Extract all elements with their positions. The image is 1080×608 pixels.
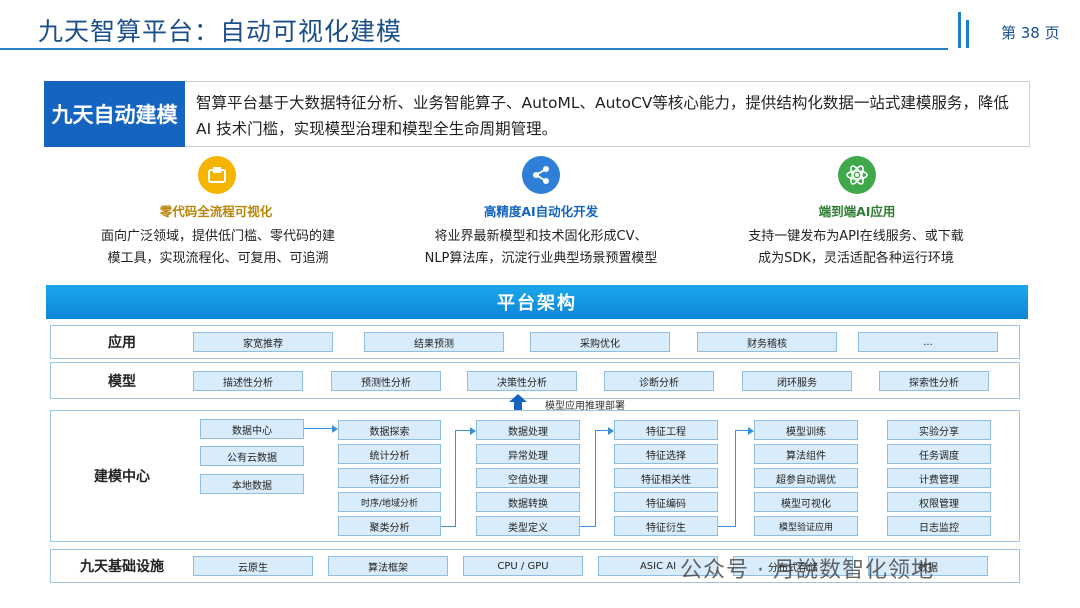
feature-eng-item: 特征衍生 xyxy=(614,516,718,536)
share-nodes-icon xyxy=(522,156,560,194)
feature-3-title: 端到端AI应用 xyxy=(818,204,896,219)
box-icon xyxy=(198,156,236,194)
feature-2-icon-wrap xyxy=(522,156,560,194)
processing-item: 数据处理 xyxy=(476,420,580,440)
feature-eng-item: 特征编码 xyxy=(614,492,718,512)
exploration-item: 统计分析 xyxy=(338,444,441,464)
training-item: 算法组件 xyxy=(754,444,858,464)
feature-desc-line: 面向广泛领域，提供低门槛、零代码的建 xyxy=(100,229,335,244)
flow-arrow-icon xyxy=(470,427,476,435)
flow-connector xyxy=(595,430,596,526)
feature-3-desc: 支持一键发布为API在线服务、或下载 成为SDK，灵活适配各种运行环境 xyxy=(716,226,996,270)
flow-connector xyxy=(735,430,736,526)
app-item: 家宽推荐 xyxy=(193,332,333,352)
model-item: 闭环服务 xyxy=(742,371,852,391)
modeling-row-label: 建模中心 xyxy=(94,469,150,485)
flow-connector xyxy=(580,526,596,527)
feature-desc-line: 模工具，实现流程化、可复用、可追溯 xyxy=(107,251,329,266)
training-item: 超参自动调优 xyxy=(754,468,858,488)
intro-text: 智算平台基于大数据特征分析、业务智能算子、AutoML、AutoCV等核心能力，… xyxy=(196,94,1009,138)
management-item: 计费管理 xyxy=(887,468,991,488)
flow-connector xyxy=(455,430,471,431)
app-item: 结果预测 xyxy=(364,332,504,352)
training-item: 模型可视化 xyxy=(754,492,858,512)
flow-arrow-icon xyxy=(332,425,338,433)
exploration-item: 数据探索 xyxy=(338,420,441,440)
feature-3-icon-wrap xyxy=(838,156,876,194)
exploration-item: 特征分析 xyxy=(338,468,441,488)
page-number: 第 38 页 xyxy=(1001,24,1060,42)
watermark: 公众号 · 月說数智化领地 xyxy=(680,558,934,583)
flow-arrow-icon xyxy=(748,427,754,435)
app-item: 采购优化 xyxy=(530,332,670,352)
data-source-item: 公有云数据 xyxy=(200,446,304,466)
model-item: 诊断分析 xyxy=(604,371,714,391)
management-item: 日志监控 xyxy=(887,516,991,536)
feature-1-title: 零代码全流程可视化 xyxy=(159,204,273,219)
feature-desc-line: 将业界最新模型和技术固化形成CV、 xyxy=(434,229,648,244)
processing-item: 异常处理 xyxy=(476,444,580,464)
decor-bar xyxy=(958,12,961,48)
architecture-header: 平台架构 xyxy=(46,285,1028,319)
data-source-item: 本地数据 xyxy=(200,474,304,494)
intro-label: 九天自动建模 xyxy=(44,81,185,147)
processing-item: 数据转换 xyxy=(476,492,580,512)
app-row-label: 应用 xyxy=(108,335,136,351)
model-item: 决策性分析 xyxy=(467,371,577,391)
app-item: 财务稽核 xyxy=(697,332,837,352)
exploration-item: 时序/地域分析 xyxy=(338,492,441,512)
management-item: 权限管理 xyxy=(887,492,991,512)
flow-connector xyxy=(304,428,334,429)
feature-2-title: 高精度AI自动化开发 xyxy=(483,204,599,219)
deploy-arrow-icon xyxy=(509,394,527,410)
decor-bar xyxy=(966,20,969,48)
training-item: 模型验证应用 xyxy=(754,516,858,536)
model-item: 描述性分析 xyxy=(193,371,303,391)
feature-desc-line: NLP算法库，沉淀行业典型场景预置模型 xyxy=(424,251,658,266)
model-item: 预测性分析 xyxy=(331,371,441,391)
infra-item: 算法框架 xyxy=(328,556,448,576)
processing-item: 类型定义 xyxy=(476,516,580,536)
flow-connector xyxy=(441,526,456,527)
processing-item: 空值处理 xyxy=(476,468,580,488)
feature-eng-item: 特征相关性 xyxy=(614,468,718,488)
flow-connector xyxy=(735,430,749,431)
feature-eng-item: 特征选择 xyxy=(614,444,718,464)
page-title: 九天智算平台：自动可视化建模 xyxy=(38,17,403,46)
app-item: ... xyxy=(858,332,998,352)
model-row-label: 模型 xyxy=(108,373,136,390)
feature-desc-line: 成为SDK，灵活适配各种运行环境 xyxy=(758,251,954,266)
feature-1-icon-wrap xyxy=(198,156,236,194)
exploration-item: 聚类分析 xyxy=(338,516,441,536)
feature-1-desc: 面向广泛领域，提供低门槛、零代码的建 模工具，实现流程化、可复用、可追溯 xyxy=(78,226,358,270)
infra-item: CPU / GPU xyxy=(463,556,583,576)
data-source-item: 数据中心 xyxy=(200,419,304,439)
flow-connector xyxy=(595,430,609,431)
management-item: 任务调度 xyxy=(887,444,991,464)
feature-desc-line: 支持一键发布为API在线服务、或下载 xyxy=(748,229,964,244)
atom-icon xyxy=(838,156,876,194)
training-item: 模型训练 xyxy=(754,420,858,440)
flow-connector xyxy=(455,430,456,526)
flow-arrow-icon xyxy=(608,427,614,435)
title-divider xyxy=(0,48,948,50)
infra-item: 云原生 xyxy=(193,556,313,576)
management-item: 实验分享 xyxy=(887,420,991,440)
flow-connector xyxy=(718,526,736,527)
infra-row-label: 九天基础设施 xyxy=(80,559,164,575)
model-item: 探索性分析 xyxy=(879,371,989,391)
feature-2-desc: 将业界最新模型和技术固化形成CV、 NLP算法库，沉淀行业典型场景预置模型 xyxy=(396,226,686,270)
feature-eng-item: 特征工程 xyxy=(614,420,718,440)
